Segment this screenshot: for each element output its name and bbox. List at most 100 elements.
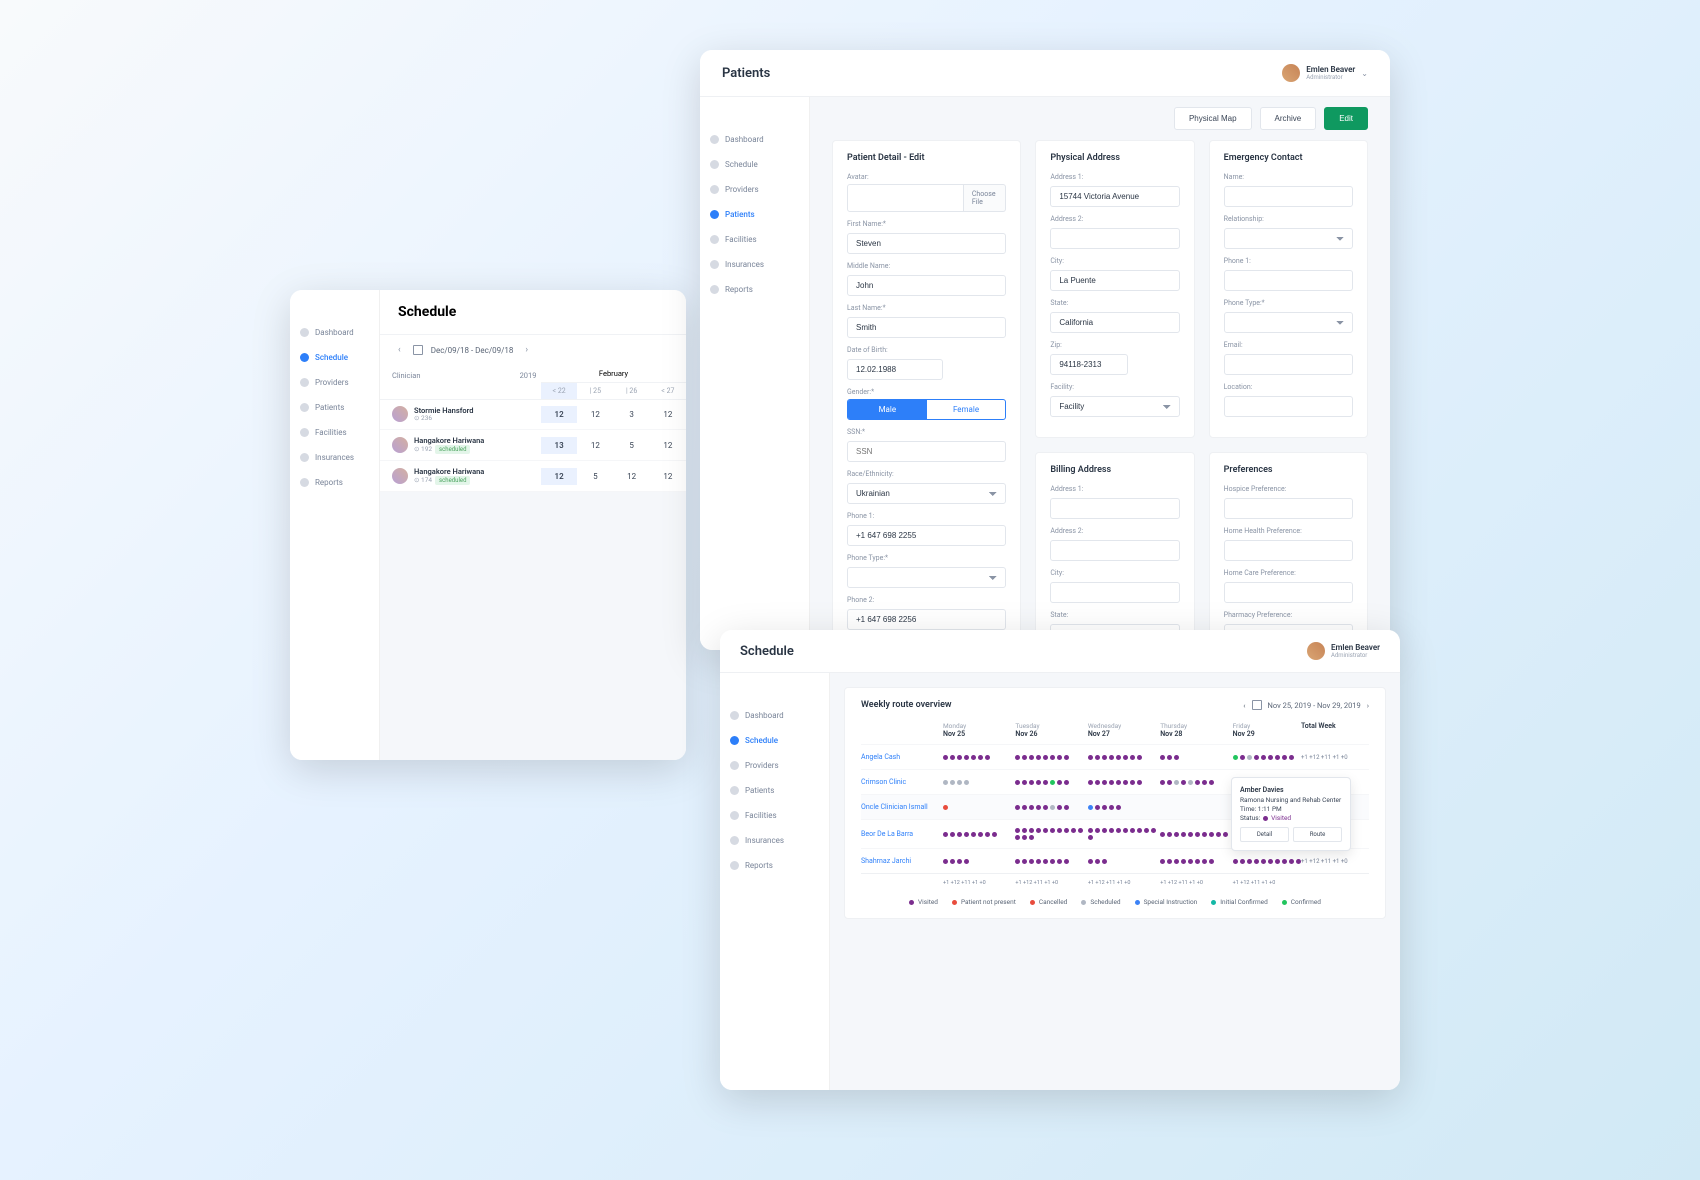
visit-dot[interactable] [1102,828,1107,833]
visit-dot[interactable] [1268,755,1273,760]
archive-button[interactable]: Archive [1260,107,1317,130]
visit-dot[interactable] [1029,859,1034,864]
pref-hospice-input[interactable] [1224,498,1353,519]
ec-phone1-input[interactable] [1224,270,1353,291]
visit-dot[interactable] [1036,828,1041,833]
phone1-type-select[interactable] [847,567,1006,588]
visit-dot[interactable] [1282,755,1287,760]
visit-dot[interactable] [1029,828,1034,833]
day-cell[interactable] [1229,859,1301,864]
visit-dot[interactable] [1130,780,1135,785]
route-button[interactable]: Route [1293,827,1342,842]
user-menu[interactable]: Emlen Beaver Administrator [1307,642,1380,660]
visit-dot[interactable] [1095,780,1100,785]
visit-dot[interactable] [1015,835,1020,840]
ssn-input[interactable] [847,441,1006,462]
last-name-input[interactable] [847,317,1006,338]
visit-dot[interactable] [1282,859,1287,864]
ec-phonetype-select[interactable] [1224,312,1353,333]
visit-dot[interactable] [1216,832,1221,837]
state-input[interactable] [1050,312,1179,333]
visit-dot[interactable] [1268,859,1273,864]
sidebar-item-insurances[interactable]: Insurances [720,828,829,853]
visit-dot[interactable] [1123,780,1128,785]
race-select[interactable]: Ukrainian [847,483,1006,504]
sidebar-item-providers[interactable]: Providers [720,753,829,778]
sidebar-item-reports[interactable]: Reports [700,277,809,302]
gender-male[interactable]: Male [848,400,927,419]
visit-dot[interactable] [1109,828,1114,833]
visit-dot[interactable] [1029,835,1034,840]
ec-relationship-select[interactable] [1224,228,1353,249]
visit-dot[interactable] [964,755,969,760]
ec-location-input[interactable] [1224,396,1353,417]
route-row[interactable]: Shahrnaz Jarchi+1 +12 +11 +1 +0 [861,848,1369,873]
visit-dot[interactable] [1137,780,1142,785]
edit-button[interactable]: Edit [1324,107,1368,130]
address2-input[interactable] [1050,228,1179,249]
day-cell[interactable] [1084,859,1156,864]
billing-address2-input[interactable] [1050,540,1179,561]
visit-dot[interactable] [943,805,948,810]
day-cell[interactable] [1084,828,1156,840]
visit-dot[interactable] [1036,780,1041,785]
visit-dot[interactable] [1043,755,1048,760]
route-row[interactable]: Oncle Clinician Ismall+1 +12 +11 +1 +0 A… [861,794,1369,819]
next-button[interactable]: › [1367,701,1369,710]
visit-dot[interactable] [964,859,969,864]
middle-name-input[interactable] [847,275,1006,296]
visit-dot[interactable] [985,832,990,837]
visit-dot[interactable] [943,832,948,837]
visit-dot[interactable] [1022,780,1027,785]
gender-female[interactable]: Female [927,400,1006,419]
sidebar-item-facilities[interactable]: Facilities [720,803,829,828]
physical-map-button[interactable]: Physical Map [1174,107,1252,130]
visit-dot[interactable] [964,780,969,785]
visit-dot[interactable] [1050,780,1055,785]
phone1-input[interactable] [847,525,1006,546]
visit-dot[interactable] [1160,832,1165,837]
visit-dot[interactable] [1160,780,1165,785]
city-input[interactable] [1050,270,1179,291]
visit-dot[interactable] [1233,859,1238,864]
visit-dot[interactable] [1254,755,1259,760]
visit-dot[interactable] [1130,828,1135,833]
visit-dot[interactable] [1088,755,1093,760]
visit-dot[interactable] [950,755,955,760]
day-cell[interactable] [1156,832,1228,837]
visit-dot[interactable] [1233,755,1238,760]
day-cell[interactable] [1156,859,1228,864]
day-cell[interactable] [939,755,1011,760]
visit-dot[interactable] [1057,828,1062,833]
sidebar-item-reports[interactable]: Reports [290,470,379,495]
visit-dot[interactable] [1102,859,1107,864]
ec-name-input[interactable] [1224,186,1353,207]
visit-dot[interactable] [1057,755,1062,760]
visit-dot[interactable] [1289,755,1294,760]
day-cell[interactable] [1084,755,1156,760]
visit-dot[interactable] [1296,859,1301,864]
visit-dot[interactable] [1167,780,1172,785]
visit-dot[interactable] [1195,780,1200,785]
dob-input[interactable] [847,359,943,380]
visit-dot[interactable] [1123,755,1128,760]
visit-dot[interactable] [1015,755,1020,760]
sidebar-item-schedule[interactable]: Schedule [700,152,809,177]
visit-dot[interactable] [1174,859,1179,864]
visit-dot[interactable] [1167,755,1172,760]
day-cell[interactable] [1084,780,1156,785]
visit-dot[interactable] [1130,755,1135,760]
sidebar-item-patients[interactable]: Patients [290,395,379,420]
visit-dot[interactable] [950,859,955,864]
visit-dot[interactable] [1240,859,1245,864]
sidebar-item-schedule[interactable]: Schedule [290,345,379,370]
day-cell[interactable] [1156,755,1228,760]
visit-dot[interactable] [957,859,962,864]
visit-dot[interactable] [1102,805,1107,810]
visit-dot[interactable] [1254,859,1259,864]
visit-dot[interactable] [1160,755,1165,760]
visit-dot[interactable] [1036,859,1041,864]
visit-dot[interactable] [1015,828,1020,833]
visit-dot[interactable] [1095,859,1100,864]
pref-homecare-input[interactable] [1224,582,1353,603]
